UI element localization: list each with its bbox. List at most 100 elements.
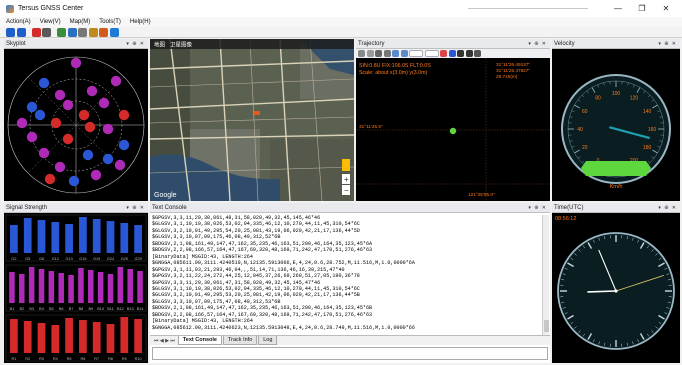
menu-view[interactable]: View(V) bbox=[40, 19, 61, 25]
range-input[interactable] bbox=[424, 50, 439, 57]
center-icon[interactable] bbox=[383, 50, 391, 57]
save-icon[interactable] bbox=[67, 27, 77, 37]
close-button[interactable]: ✕ bbox=[654, 0, 678, 17]
scale-input[interactable] bbox=[409, 50, 423, 57]
grid-icon[interactable] bbox=[448, 50, 456, 57]
app-logo-icon bbox=[6, 4, 14, 13]
signal-bar bbox=[134, 319, 142, 353]
console-tab-nav[interactable]: ⏮ ◀ ▶ ⏭ bbox=[154, 338, 175, 344]
signal-bar-label: R7 bbox=[94, 357, 99, 361]
signal-strength-chart: G2 G5 G6 G12 G13 G15 G19 G24 G25 G29 B1 B2 B3 B4 B5 B6 B… bbox=[5, 214, 147, 362]
signal-bar bbox=[38, 269, 45, 303]
fix-status-text: SIN:0.8U FIX:106.0S FLT:0.0S bbox=[359, 63, 431, 69]
signal-bar bbox=[120, 223, 129, 253]
satellite-map[interactable]: 地图 卫星图像 + − Google bbox=[150, 39, 354, 201]
signal-bar bbox=[79, 217, 87, 253]
satellite-marker bbox=[62, 133, 74, 145]
signal-bar bbox=[19, 274, 25, 303]
signal-bar-label: B6 bbox=[59, 307, 64, 311]
trajectory-plot: SIN:0.8U FIX:106.0S FLT:0.0S Scale: abou… bbox=[356, 58, 550, 201]
maximize-button[interactable]: ❐ bbox=[630, 0, 654, 17]
console-command-input[interactable] bbox=[152, 347, 548, 360]
street-view-pegman-icon[interactable] bbox=[342, 159, 350, 171]
signal-bar-label: B1 bbox=[10, 307, 15, 311]
minimize-button[interactable]: — bbox=[606, 0, 630, 17]
settings-icon[interactable] bbox=[78, 27, 87, 37]
satellite-marker bbox=[26, 131, 38, 143]
stop-icon[interactable] bbox=[42, 27, 51, 37]
signal-bar bbox=[23, 218, 32, 253]
panel-controls[interactable]: ▾ ⊕ ✕ bbox=[658, 39, 677, 49]
signal-bar-label: R10 bbox=[135, 357, 142, 361]
trajectory-title: Trajectory bbox=[358, 40, 385, 47]
connect-icon[interactable] bbox=[6, 27, 15, 37]
clear-icon[interactable] bbox=[440, 50, 447, 57]
gauge-tick-label: 20 bbox=[582, 145, 588, 151]
toolbar-separator bbox=[27, 28, 30, 37]
position-dot bbox=[449, 127, 457, 135]
signal-bar bbox=[117, 267, 124, 303]
panel-controls[interactable]: ▾ ⊕ ✕ bbox=[528, 39, 547, 49]
menu-map[interactable]: Map(M) bbox=[70, 19, 91, 25]
signal-bar bbox=[65, 318, 73, 353]
signal-bar-label: R8 bbox=[108, 357, 113, 361]
signal-bar bbox=[9, 272, 15, 303]
signal-bar-label: B4 bbox=[39, 307, 44, 311]
tab-text-console[interactable]: Text Console bbox=[177, 336, 222, 345]
map-tab-map[interactable]: 地图 bbox=[154, 41, 166, 49]
satellite-marker bbox=[54, 161, 66, 173]
disconnect-icon[interactable] bbox=[16, 27, 26, 37]
menu-tools[interactable]: Tools(T) bbox=[99, 19, 121, 25]
signal-bar-label: B9 bbox=[88, 307, 93, 311]
camera-icon[interactable] bbox=[474, 50, 481, 57]
location-marker bbox=[254, 111, 260, 115]
speed-unit: Km/h bbox=[610, 184, 623, 190]
signal-band-frame bbox=[5, 264, 147, 312]
signal-bar bbox=[65, 224, 73, 253]
velocity-title: Velocity bbox=[554, 40, 575, 47]
signal-bar-label: B2 bbox=[19, 307, 24, 311]
help-icon[interactable] bbox=[109, 27, 119, 37]
move-icon[interactable] bbox=[457, 50, 464, 57]
tab-track-info[interactable]: Track Info bbox=[223, 336, 258, 345]
record-icon[interactable] bbox=[31, 27, 41, 37]
signal-bar-label: R4 bbox=[53, 357, 58, 361]
panel-controls[interactable]: ▾ ⊕ ✕ bbox=[126, 39, 145, 49]
panel-controls[interactable]: ▾ ⊕ ✕ bbox=[528, 203, 547, 213]
satellite-marker bbox=[102, 153, 114, 165]
satellite-marker bbox=[34, 109, 46, 121]
gauge-tick-label: 140 bbox=[643, 109, 652, 115]
menu-help[interactable]: Help(H) bbox=[130, 19, 151, 25]
map-tab-satellite[interactable]: 卫星图像 bbox=[170, 41, 193, 49]
config-icon[interactable] bbox=[88, 27, 98, 37]
hash-icon[interactable] bbox=[358, 50, 365, 57]
toolbar-separator bbox=[53, 28, 56, 37]
velocity-gauge: 020406080100120140160180200 Km/h bbox=[561, 74, 671, 190]
signal-bar-label: G13 bbox=[66, 257, 73, 261]
signal-bar-label: R5 bbox=[67, 357, 72, 361]
zoom-out-icon[interactable] bbox=[400, 50, 408, 57]
menu-action[interactable]: Action(A) bbox=[6, 19, 31, 25]
target-icon[interactable] bbox=[375, 50, 382, 57]
panel-controls[interactable]: ▾ ⊕ ✕ bbox=[658, 203, 677, 213]
zoom-in-icon[interactable] bbox=[392, 50, 399, 57]
trajectory-toolbar bbox=[356, 49, 550, 58]
tab-log[interactable]: Log bbox=[258, 336, 278, 345]
satellite-marker bbox=[54, 89, 66, 101]
signal-bar bbox=[120, 317, 129, 353]
velocity-header: Velocity ▾ ⊕ ✕ bbox=[552, 39, 680, 49]
signal-bar bbox=[92, 322, 101, 353]
map-panel[interactable]: 地图 卫星图像 + − Google bbox=[150, 39, 354, 201]
console-scrollbar[interactable] bbox=[542, 215, 549, 335]
panel-controls[interactable]: ▾ ⊕ ✕ bbox=[126, 203, 145, 213]
satellite-marker bbox=[44, 173, 56, 185]
signal-bar bbox=[68, 275, 74, 303]
satellite-marker bbox=[118, 139, 130, 151]
reset-icon[interactable] bbox=[465, 50, 473, 57]
skyplot-panel: Skyplot ▾ ⊕ ✕ bbox=[4, 39, 148, 201]
pointer-icon[interactable] bbox=[366, 50, 374, 57]
signal-bar bbox=[48, 271, 55, 303]
signal-bar-label: G5 bbox=[25, 257, 30, 261]
upgrade-icon[interactable] bbox=[99, 27, 108, 37]
open-file-icon[interactable] bbox=[57, 27, 66, 37]
